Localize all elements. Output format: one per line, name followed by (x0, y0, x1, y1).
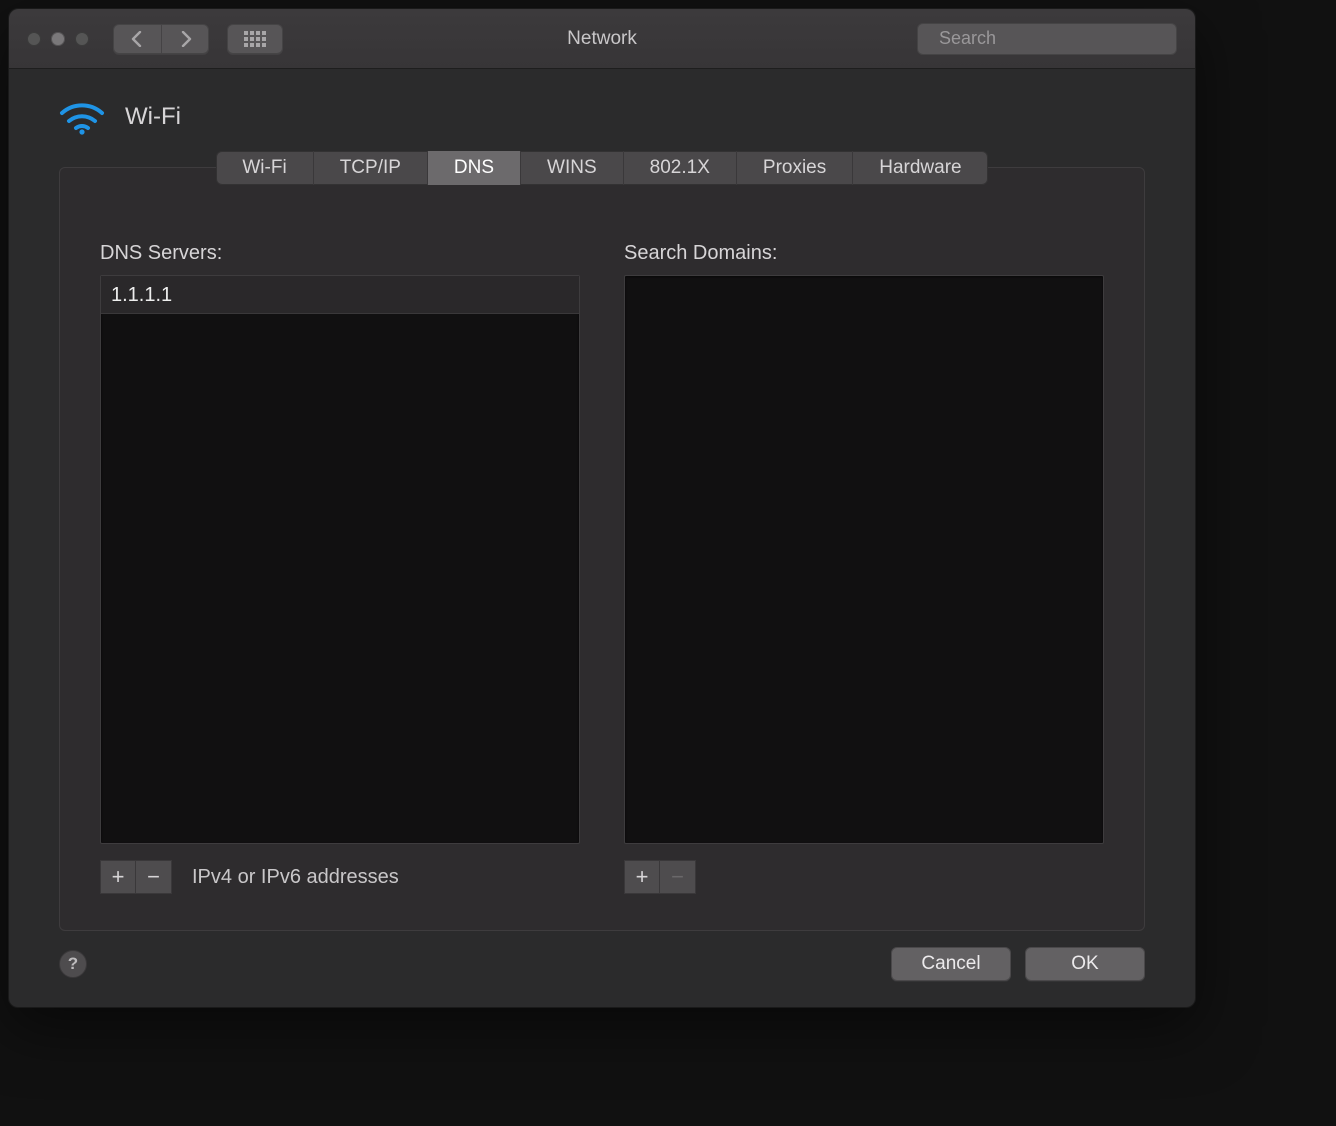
minimize-window-button[interactable] (51, 32, 65, 46)
dns-hint: IPv4 or IPv6 addresses (192, 866, 399, 889)
domains-add-remove-group: + − (624, 860, 696, 894)
plus-icon: + (112, 864, 125, 890)
interface-name: Wi-Fi (125, 103, 181, 131)
dns-servers-column: DNS Servers: 1.1.1.1 + − IPv4 or IPv6 ad… (100, 242, 580, 894)
dns-remove-button[interactable]: − (136, 860, 172, 894)
nav-forward-button[interactable] (161, 24, 209, 54)
minus-icon: − (147, 864, 160, 890)
titlebar: Network (9, 9, 1195, 69)
help-icon: ? (68, 954, 78, 974)
close-window-button[interactable] (27, 32, 41, 46)
dns-servers-label: DNS Servers: (100, 242, 580, 265)
help-button[interactable]: ? (59, 950, 87, 978)
ok-button[interactable]: OK (1025, 947, 1145, 981)
plus-icon: + (636, 864, 649, 890)
tab-wins[interactable]: WINS (520, 151, 623, 185)
dns-panel: DNS Servers: 1.1.1.1 + − IPv4 or IPv6 ad… (59, 167, 1145, 931)
window-controls (27, 32, 89, 46)
show-all-button[interactable] (227, 24, 283, 54)
search-input[interactable] (939, 28, 1171, 49)
tab-802-1x[interactable]: 802.1X (623, 151, 736, 185)
cancel-button[interactable]: Cancel (891, 947, 1011, 981)
wifi-icon (59, 99, 105, 135)
nav-back-button[interactable] (113, 24, 161, 54)
domains-remove-button[interactable]: − (660, 860, 696, 894)
nav-back-forward (113, 24, 209, 54)
search-domains-list[interactable] (624, 275, 1104, 844)
dns-servers-list[interactable]: 1.1.1.1 (100, 275, 580, 844)
tab-tcp-ip[interactable]: TCP/IP (313, 151, 427, 185)
grid-icon (244, 31, 266, 47)
tab-bar: Wi-FiTCP/IPDNSWINS802.1XProxiesHardware (216, 151, 987, 185)
footer: ? Cancel OK (9, 931, 1195, 1007)
chevron-right-icon (180, 31, 192, 47)
network-preferences-window: Network Wi-Fi Wi-FiTCP/IPDNSWINS802.1XPr… (8, 8, 1196, 1008)
interface-header: Wi-Fi (9, 69, 1195, 145)
dns-add-button[interactable]: + (100, 860, 136, 894)
domains-add-button[interactable]: + (624, 860, 660, 894)
tab-dns[interactable]: DNS (427, 151, 520, 185)
minus-icon: − (671, 864, 684, 890)
tab-wi-fi[interactable]: Wi-Fi (216, 151, 312, 185)
dns-server-row[interactable]: 1.1.1.1 (101, 276, 579, 314)
dns-add-remove-group: + − (100, 860, 172, 894)
tab-hardware[interactable]: Hardware (852, 151, 987, 185)
search-domains-label: Search Domains: (624, 242, 1104, 265)
zoom-window-button[interactable] (75, 32, 89, 46)
tab-proxies[interactable]: Proxies (736, 151, 852, 185)
search-field[interactable] (917, 23, 1177, 55)
chevron-left-icon (131, 31, 143, 47)
search-domains-column: Search Domains: + − (624, 242, 1104, 894)
